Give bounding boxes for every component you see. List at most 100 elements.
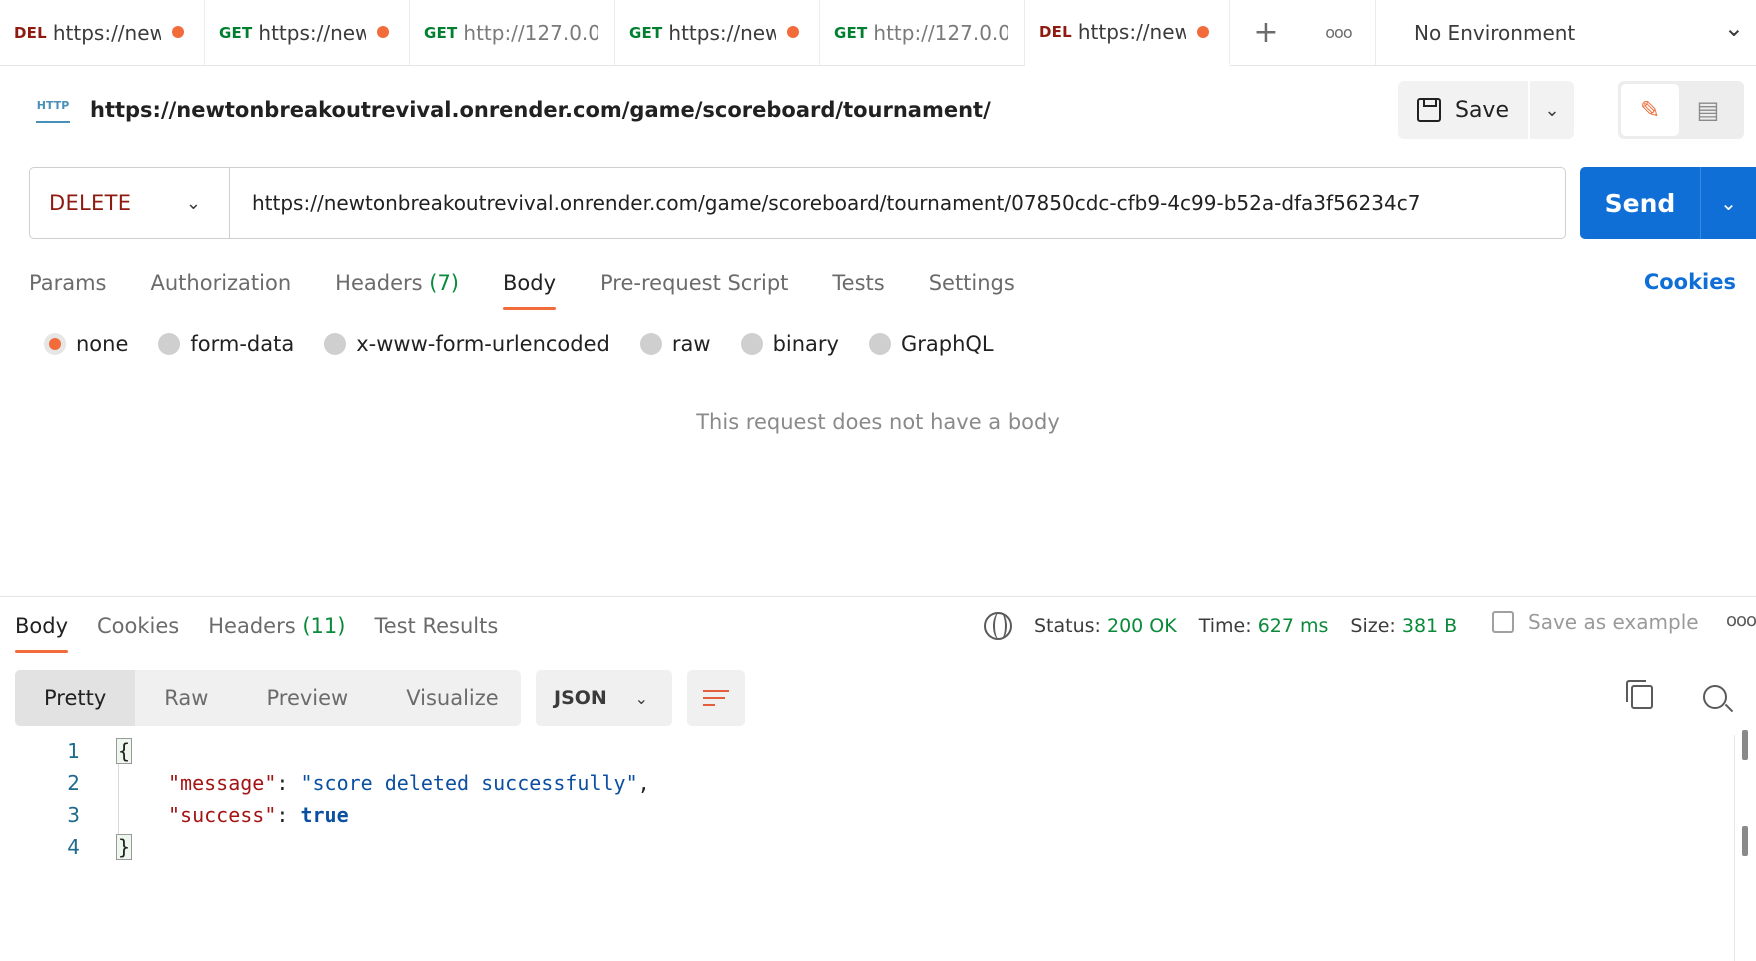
view-mode-raw[interactable]: Raw <box>135 670 237 726</box>
json-string-value: "score deleted successfully" <box>300 771 638 795</box>
add-tab-icon[interactable]: + <box>1253 15 1278 50</box>
floppy-disk-icon <box>1492 611 1514 633</box>
option-label: x-www-form-urlencoded <box>356 332 610 356</box>
response-view-modes: Pretty Raw Preview Visualize <box>15 670 521 726</box>
send-group: Send ⌄ <box>1580 167 1756 239</box>
radio-icon[interactable] <box>740 333 763 355</box>
search-icon[interactable] <box>1703 685 1727 709</box>
response-tab-cookies[interactable]: Cookies <box>97 603 179 653</box>
body-type-raw[interactable]: raw <box>639 332 711 356</box>
tab-actions: + ooo <box>1230 0 1376 65</box>
tab-body[interactable]: Body <box>503 262 557 310</box>
response-divider[interactable] <box>0 596 1756 597</box>
method-select[interactable]: DELETE ⌄ <box>30 168 230 238</box>
tab-label: Pre-request Script <box>600 271 789 295</box>
tab-settings[interactable]: Settings <box>929 262 1015 310</box>
option-label: none <box>76 332 129 356</box>
unsaved-dot-icon <box>377 26 389 38</box>
line-number: 1 <box>67 739 80 763</box>
scrollbar-thumb[interactable] <box>1742 826 1748 856</box>
network-globe-icon[interactable] <box>984 612 1012 640</box>
view-mode-visualize[interactable]: Visualize <box>377 670 527 726</box>
body-type-none[interactable]: none <box>44 332 128 356</box>
http-icon: HTTP <box>36 95 70 123</box>
send-button[interactable]: Send <box>1580 167 1700 239</box>
request-title[interactable]: https://newtonbreakoutrevival.onrender.c… <box>90 98 991 122</box>
request-tab-bar: DEL https://new GET https://new GET http… <box>0 0 1756 66</box>
time-info[interactable]: Time: 627 ms <box>1199 615 1329 637</box>
response-code-viewer[interactable]: 1 { 2 "message": "score deleted successf… <box>0 735 1740 961</box>
size-info[interactable]: Size: 381 B <box>1350 615 1457 637</box>
response-tab-body[interactable]: Body <box>15 603 69 653</box>
response-meta: Status: 200 OK Time: 627 ms Size: 381 B <box>984 612 1479 640</box>
save-options-chevron-icon[interactable]: ⌄ <box>1530 81 1574 139</box>
tab-method: GET <box>424 24 458 42</box>
request-tab-3[interactable]: GET http://127.0.0.1 <box>410 0 615 66</box>
tab-label: Settings <box>928 271 1015 295</box>
code-text: "message": "score deleted successfully", <box>168 771 650 795</box>
body-type-graphql[interactable]: GraphQL <box>868 332 994 356</box>
code-line: 3 "success": true <box>0 799 348 831</box>
save-example-label: Save as example <box>1528 610 1699 634</box>
response-tab-headers[interactable]: Headers (11) <box>208 603 345 653</box>
response-tab-test-results[interactable]: Test Results <box>374 603 498 653</box>
option-label: binary <box>772 332 839 356</box>
json-trail: , <box>637 771 650 795</box>
open-brace: { <box>116 738 133 764</box>
chevron-down-icon: ⌄ <box>185 192 201 214</box>
radio-icon[interactable] <box>868 333 891 355</box>
view-mode-preview[interactable]: Preview <box>237 670 377 726</box>
tab-method: DEL <box>14 24 47 42</box>
tab-tests[interactable]: Tests <box>832 262 884 310</box>
radio-selected-icon[interactable] <box>44 333 66 355</box>
tab-authorization[interactable]: Authorization <box>151 262 292 310</box>
request-tab-5[interactable]: GET http://127.0.0.1 <box>820 0 1025 66</box>
tab-label: Body <box>15 614 69 638</box>
url-input[interactable]: https://newtonbreakoutrevival.onrender.c… <box>230 191 1565 215</box>
save-as-example-button[interactable]: Save as example <box>1492 610 1699 634</box>
format-select[interactable]: JSON ⌄ <box>536 670 672 726</box>
wrap-lines-button[interactable] <box>687 670 745 726</box>
cookies-link[interactable]: Cookies <box>1644 270 1736 294</box>
line-number: 4 <box>67 835 80 859</box>
wrap-lines-icon <box>703 688 729 708</box>
code-line: 1 { <box>0 735 133 767</box>
status-info[interactable]: Status: 200 OK <box>1034 615 1177 637</box>
request-tab-2[interactable]: GET https://new <box>205 0 410 66</box>
unsaved-dot-icon <box>172 26 184 38</box>
body-type-binary[interactable]: binary <box>740 332 839 356</box>
body-type-options: none form-data x-www-form-urlencoded raw… <box>44 332 1024 356</box>
body-type-form-data[interactable]: form-data <box>158 332 294 356</box>
option-label: raw <box>671 332 711 356</box>
radio-icon[interactable] <box>158 333 181 355</box>
request-tab-1[interactable]: DEL https://new <box>0 0 205 66</box>
tab-label: Headers <box>335 271 423 295</box>
more-tabs-icon[interactable]: ooo <box>1325 23 1352 42</box>
pencil-icon[interactable]: ✎ <box>1621 84 1679 136</box>
tab-params[interactable]: Params <box>29 262 107 310</box>
radio-icon[interactable] <box>324 333 347 355</box>
save-button[interactable]: Save <box>1398 81 1528 139</box>
option-label: form-data <box>190 332 295 356</box>
scrollbar-thumb[interactable] <box>1742 730 1748 760</box>
save-group: Save ⌄ <box>1398 81 1574 139</box>
radio-icon[interactable] <box>639 333 662 355</box>
tab-headers[interactable]: Headers (7) <box>335 262 459 310</box>
request-tab-4[interactable]: GET https://new <box>615 0 820 66</box>
send-options-chevron-icon[interactable]: ⌄ <box>1700 167 1756 239</box>
more-options-icon[interactable]: ooo <box>1726 610 1756 631</box>
environment-selector[interactable]: No Environment ⌄ <box>1376 0 1756 65</box>
tab-count: (11) <box>302 614 346 638</box>
size-value: 381 B <box>1401 615 1458 637</box>
tab-label: Authorization <box>150 271 292 295</box>
view-mode-pretty[interactable]: Pretty <box>15 670 136 726</box>
request-tab-6-active[interactable]: DEL https://new <box>1025 0 1230 66</box>
json-boolean-value: true <box>300 803 349 827</box>
tab-pre-request-script[interactable]: Pre-request Script <box>600 262 788 310</box>
tab-method: DEL <box>1039 23 1072 41</box>
tab-url: https://new <box>52 21 161 45</box>
copy-icon[interactable] <box>1626 680 1653 709</box>
tab-url: https://new <box>1077 20 1186 44</box>
comment-icon[interactable]: ▤ <box>1679 84 1737 136</box>
body-type-urlencoded[interactable]: x-www-form-urlencoded <box>324 332 610 356</box>
